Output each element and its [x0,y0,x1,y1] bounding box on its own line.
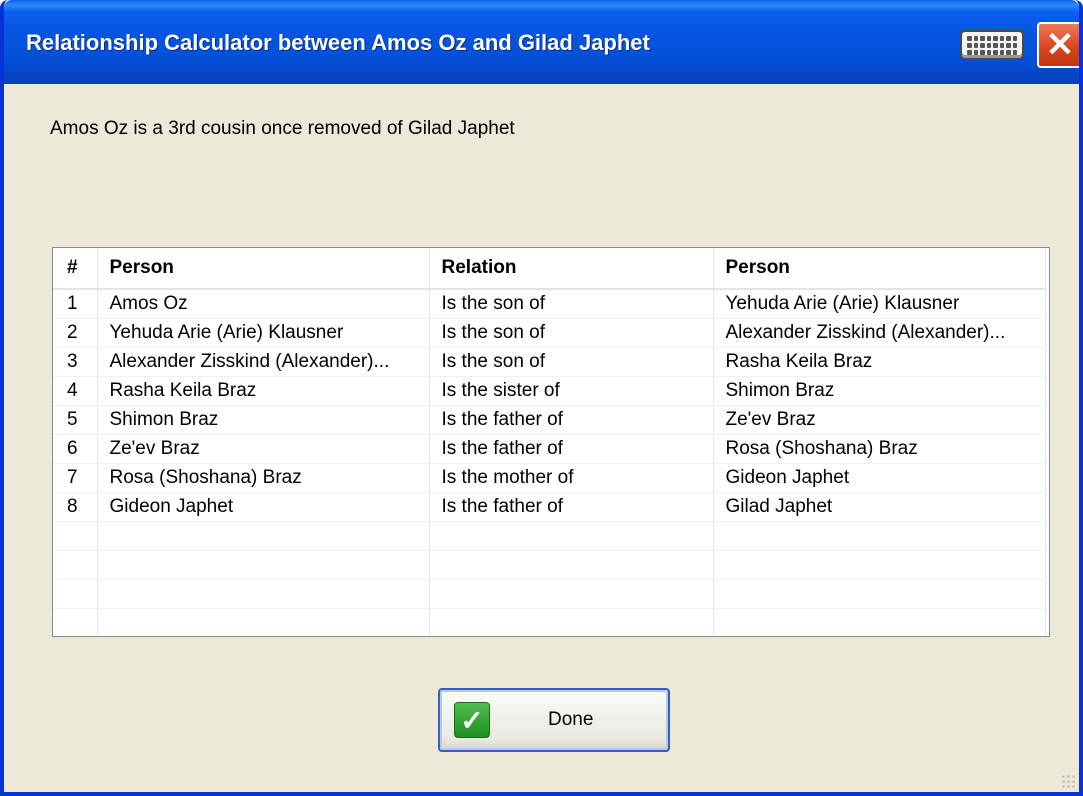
relation-cell: Is the mother of [429,463,714,493]
person-cell: Ze'ev Braz [97,434,430,464]
keyboard-icon [960,30,1024,60]
related-person-cell: Gilad Japhet [713,492,1046,522]
relation-cell: Is the son of [429,289,714,319]
relation-cell: Is the father of [429,405,714,435]
relation-cell: Is the father of [429,492,714,522]
row-number: 2 [53,318,98,348]
keyboard-button[interactable] [957,26,1027,64]
close-button[interactable]: ✕ [1037,22,1079,68]
close-icon: ✕ [1045,26,1075,64]
related-person-cell: Yehuda Arie (Arie) Klausner [713,289,1046,319]
done-button-label: Done [548,709,594,730]
related-person-cell: Rosa (Shoshana) Braz [713,434,1046,464]
done-button[interactable]: ✓ Done [438,688,670,752]
column-header-person[interactable]: Person [97,248,430,290]
column-header-number[interactable]: # [53,248,98,290]
table-row[interactable]: 8 Gideon Japhet Is the father of Gilad J… [53,492,1046,522]
table-row[interactable]: 7 Rosa (Shoshana) Braz Is the mother of … [53,463,1046,493]
table-row[interactable]: 6 Ze'ev Braz Is the father of Rosa (Shos… [53,434,1046,464]
person-cell: Alexander Zisskind (Alexander)... [97,347,430,377]
person-cell: Rosa (Shoshana) Braz [97,463,430,493]
relation-cell: Is the sister of [429,376,714,406]
table-row[interactable]: 2 Yehuda Arie (Arie) Klausner Is the son… [53,318,1046,348]
person-cell: Rasha Keila Braz [97,376,430,406]
table-row[interactable]: 4 Rasha Keila Braz Is the sister of Shim… [53,376,1046,406]
column-header-related-person[interactable]: Person [713,248,1046,290]
person-cell: Shimon Braz [97,405,430,435]
table-row[interactable]: 3 Alexander Zisskind (Alexander)... Is t… [53,347,1046,377]
relationship-calculator-window: Relationship Calculator between Amos Oz … [0,0,1083,796]
empty-row [53,521,1046,551]
empty-row [53,579,1046,609]
row-number: 4 [53,376,98,406]
person-cell: Amos Oz [97,289,430,319]
row-number: 7 [53,463,98,493]
relationship-table[interactable]: # Person Relation Person 1 Amos Oz Is th… [52,247,1050,637]
related-person-cell: Shimon Braz [713,376,1046,406]
row-number: 3 [53,347,98,377]
column-header-relation[interactable]: Relation [429,248,714,290]
table-row[interactable]: 1 Amos Oz Is the son of Yehuda Arie (Ari… [53,289,1046,319]
table-row[interactable]: 5 Shimon Braz Is the father of Ze'ev Bra… [53,405,1046,435]
empty-row [53,550,1046,580]
person-cell: Yehuda Arie (Arie) Klausner [97,318,430,348]
checkmark-icon: ✓ [454,702,490,738]
relation-cell: Is the son of [429,318,714,348]
person-cell: Gideon Japhet [97,492,430,522]
relation-cell: Is the son of [429,347,714,377]
empty-row [53,608,1046,636]
related-person-cell: Gideon Japhet [713,463,1046,493]
row-number: 6 [53,434,98,464]
related-person-cell: Ze'ev Braz [713,405,1046,435]
row-number: 1 [53,289,98,319]
title-bar[interactable]: Relationship Calculator between Amos Oz … [4,0,1079,84]
relationship-summary: Amos Oz is a 3rd cousin once removed of … [50,118,515,139]
window-title: Relationship Calculator between Amos Oz … [26,30,650,55]
resize-grip[interactable] [1061,774,1075,788]
related-person-cell: Rasha Keila Braz [713,347,1046,377]
table-header-row: # Person Relation Person [53,248,1046,290]
dialog-content: Amos Oz is a 3rd cousin once removed of … [4,84,1079,792]
row-number: 8 [53,492,98,522]
row-number: 5 [53,405,98,435]
related-person-cell: Alexander Zisskind (Alexander)... [713,318,1046,348]
relation-cell: Is the father of [429,434,714,464]
